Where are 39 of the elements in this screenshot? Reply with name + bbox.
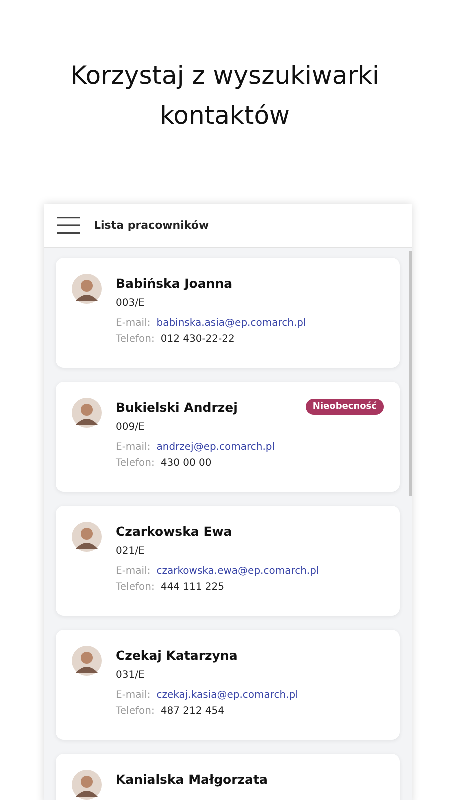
phone-label: Telefon: (116, 706, 155, 717)
avatar-icon (72, 646, 102, 676)
phone-number: 444 111 225 (160, 582, 224, 593)
employee-name: Bukielski Andrzej (116, 399, 239, 416)
employee-code: 031/E (116, 670, 146, 681)
headline: Korzystaj z wyszukiwarki kontaktów (70, 60, 380, 132)
phone-number: 430 00 00 (160, 458, 212, 469)
avatar-icon (72, 274, 102, 304)
email-label: E-mail: (116, 690, 151, 701)
avatar-icon (72, 770, 102, 800)
phone-number: 487 212 454 (160, 706, 224, 717)
avatar-icon (72, 398, 102, 428)
email-label: E-mail: (116, 442, 151, 453)
employee-name: Babińska Joanna (116, 275, 234, 292)
employee-code: 009/E (116, 422, 146, 433)
email-label: E-mail: (116, 318, 151, 329)
phone-label: Telefon: (116, 458, 155, 469)
employee-name: Czekaj Katarzyna (116, 647, 239, 664)
absence-badge: Nieobecność (306, 399, 384, 415)
employee-name: Czarkowska Ewa (116, 523, 234, 540)
employee-code: 003/E (116, 298, 146, 309)
phone-number: 012 430-22-22 (160, 334, 235, 345)
employee-card[interactable]: Kanialska Małgorzata (56, 754, 400, 800)
email-label: E-mail: (116, 566, 151, 577)
employee-card[interactable]: Babińska Joanna 003/E E-mail: babinska.asia@ep.comarch.pl Telefon: 012 430-22-22 (56, 258, 400, 368)
email-link[interactable]: czarkowska.ewa@ep.comarch.pl (156, 566, 320, 577)
screen-title: Lista pracowników (94, 219, 210, 232)
avatar-icon (72, 522, 102, 552)
phone-label: Telefon: (116, 334, 155, 345)
employee-name: Kanialska Małgorzata (116, 771, 268, 788)
employee-card[interactable]: Bukielski Andrzej 009/E E-mail: andrzej@ep.comarch.pl Telefon: 430 00 00 Nieobecność (56, 382, 400, 492)
employee-code: 021/E (116, 546, 146, 557)
email-link[interactable]: babinska.asia@ep.comarch.pl (156, 318, 306, 329)
phone-label: Telefon: (116, 582, 155, 593)
employee-card[interactable]: Czarkowska Ewa 021/E E-mail: czarkowska.ewa@ep.comarch.pl Telefon: 444 111 225 (56, 506, 400, 616)
menu-icon[interactable] (57, 217, 80, 234)
email-link[interactable]: czekaj.kasia@ep.comarch.pl (156, 690, 298, 701)
employee-card[interactable]: Czekaj Katarzyna 031/E E-mail: czekaj.kasia@ep.comarch.pl Telefon: 487 212 454 (56, 630, 400, 740)
email-link[interactable]: andrzej@ep.comarch.pl (156, 442, 276, 453)
